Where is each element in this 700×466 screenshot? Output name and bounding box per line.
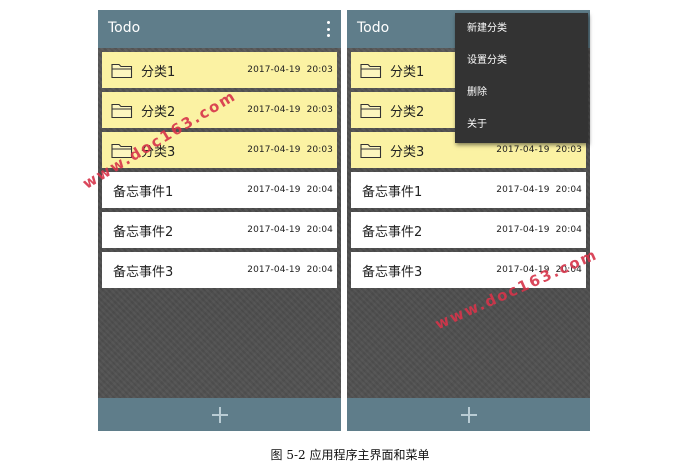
item-label: 备忘事件3 (113, 264, 174, 280)
item-timestamp: 2017-04-19 20:04 (247, 225, 333, 235)
app-title: Todo (108, 20, 141, 36)
item-timestamp: 2017-04-19 20:04 (496, 185, 582, 195)
figure-caption: 图 5-2 应用程序主界面和菜单 (270, 448, 430, 462)
item-label: 备忘事件1 (113, 184, 174, 200)
item-label: 分类1 (390, 64, 425, 80)
item-label: 分类2 (141, 104, 176, 120)
item-label: 备忘事件2 (113, 224, 174, 240)
bottom-bar (347, 398, 590, 431)
app-bar: Todo (98, 10, 341, 48)
item-timestamp: 2017-04-19 20:04 (496, 225, 582, 235)
more-vert-icon[interactable] (325, 21, 331, 37)
list-item-memo[interactable]: 备忘事件2 2017-04-19 20:04 (102, 212, 337, 248)
item-timestamp: 2017-04-19 20:04 (247, 265, 333, 275)
main-screen: Todo 分类1 2017-04-19 20:03 分类2 2017-04-19 2… (98, 10, 341, 431)
list-item-memo[interactable]: 备忘事件1 2017-04-19 20:04 (102, 172, 337, 208)
list-item-folder[interactable]: 分类1 2017-04-19 20:03 (102, 52, 337, 88)
item-label: 备忘事件1 (362, 184, 423, 200)
folder-icon (111, 103, 133, 118)
item-timestamp: 2017-04-19 20:03 (247, 105, 333, 115)
list-item-memo[interactable]: 备忘事件2 2017-04-19 20:04 (351, 212, 586, 248)
app-title: Todo (357, 20, 390, 36)
menu-item-about[interactable]: 关于 (455, 109, 588, 141)
folder-icon (360, 103, 382, 118)
menu-item-set-category[interactable]: 设置分类 (455, 45, 588, 77)
item-timestamp: 2017-04-19 20:03 (247, 145, 333, 155)
plus-icon[interactable] (211, 406, 228, 423)
menu-item-new-category[interactable]: 新建分类 (455, 13, 588, 45)
list-item-memo[interactable]: 备忘事件1 2017-04-19 20:04 (351, 172, 586, 208)
item-label: 备忘事件2 (362, 224, 423, 240)
item-label: 分类2 (390, 104, 425, 120)
plus-icon[interactable] (460, 406, 477, 423)
list-item-memo[interactable]: 备忘事件3 2017-04-19 20:04 (102, 252, 337, 288)
item-label: 分类1 (141, 64, 176, 80)
menu-item-delete[interactable]: 删除 (455, 77, 588, 109)
folder-icon (111, 63, 133, 78)
item-timestamp: 2017-04-19 20:03 (496, 145, 582, 155)
overflow-menu: 新建分类 设置分类 删除 关于 (455, 13, 588, 143)
folder-icon (360, 143, 382, 158)
item-label: 分类3 (390, 144, 425, 160)
item-timestamp: 2017-04-19 20:03 (247, 65, 333, 75)
item-list: 分类1 2017-04-19 20:03 分类2 2017-04-19 20:03 … (102, 52, 337, 292)
bottom-bar (98, 398, 341, 431)
item-timestamp: 2017-04-19 20:04 (247, 185, 333, 195)
folder-icon (360, 63, 382, 78)
item-label: 备忘事件3 (362, 264, 423, 280)
